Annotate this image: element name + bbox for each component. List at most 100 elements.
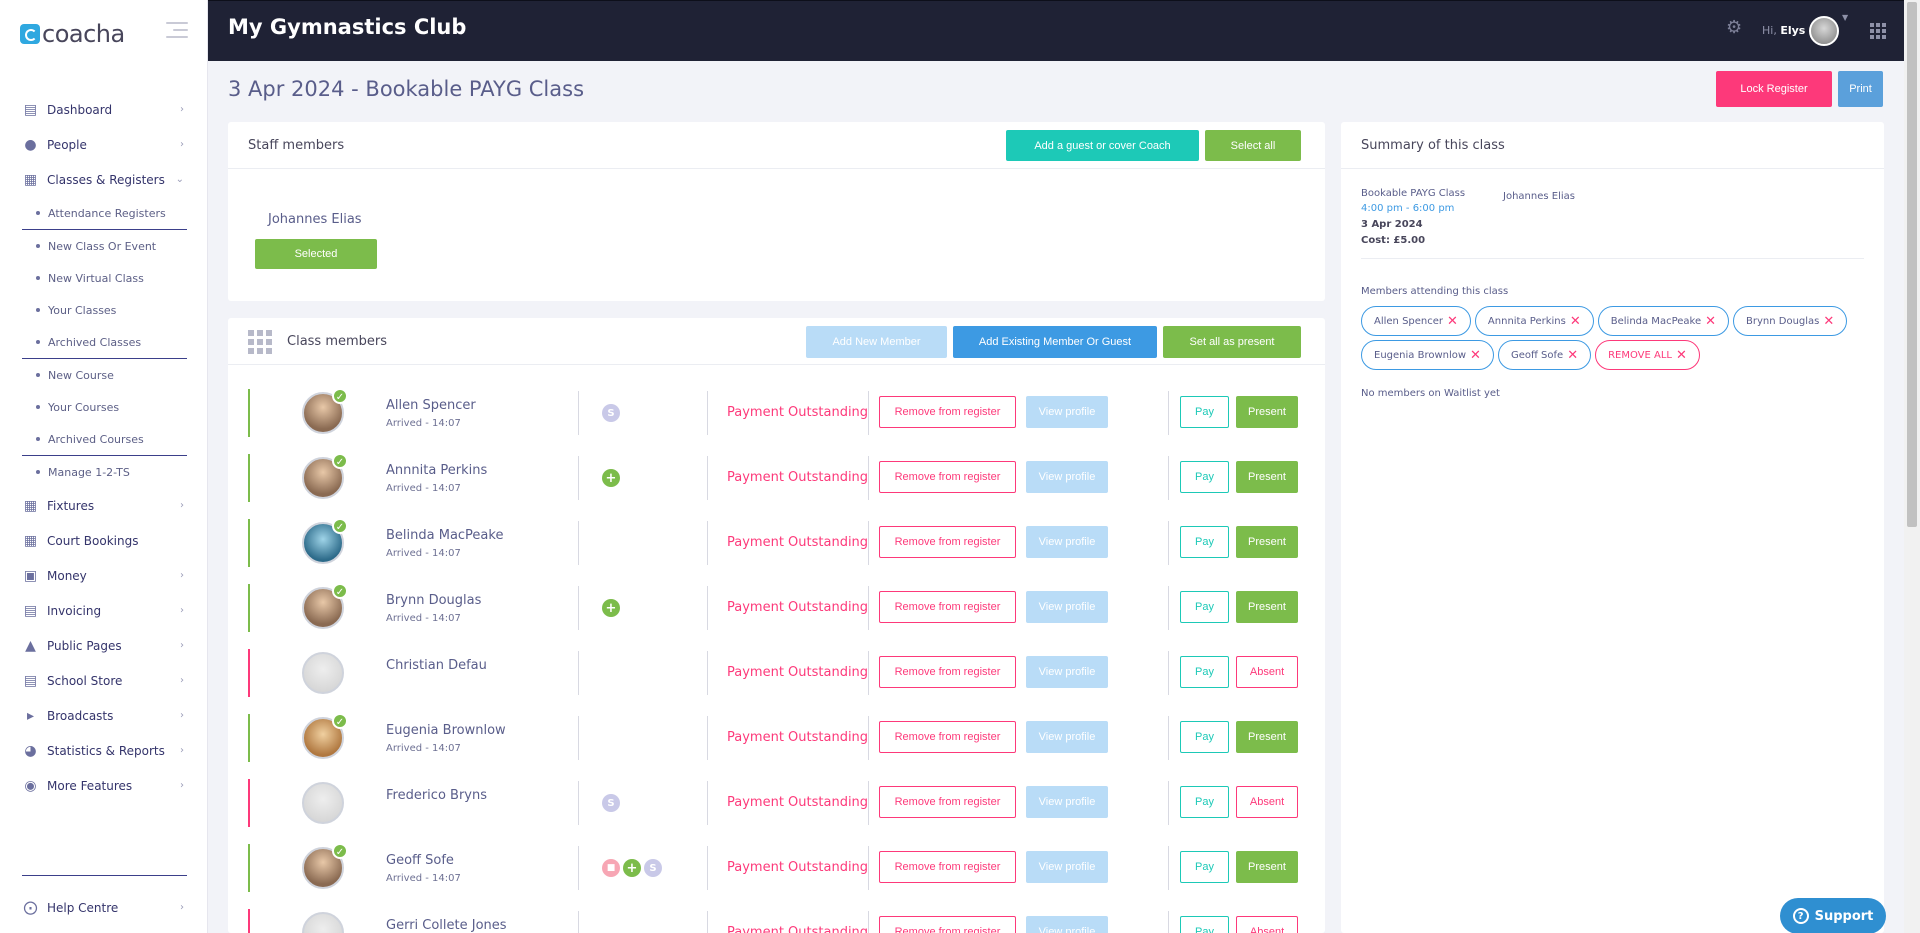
sidebar-item-people[interactable]: ● People › bbox=[0, 127, 208, 162]
member-name[interactable]: Frederico Bryns bbox=[386, 788, 487, 803]
sidebar-item-fixtures[interactable]: ▦ Fixtures › bbox=[0, 488, 208, 523]
member-name[interactable]: Geoff Sofe bbox=[386, 853, 454, 868]
present-button[interactable]: Present bbox=[1236, 396, 1298, 428]
close-icon[interactable]: ✕ bbox=[1447, 314, 1458, 329]
attendee-chip[interactable]: Brynn Douglas ✕ bbox=[1733, 306, 1848, 336]
view-profile-button[interactable]: View profile bbox=[1026, 786, 1108, 818]
member-name[interactable]: Allen Spencer bbox=[386, 398, 476, 413]
set-all-present-button[interactable]: Set all as present bbox=[1163, 326, 1301, 358]
sub-item-new-virtual-class[interactable]: New Virtual Class bbox=[0, 262, 208, 294]
pay-button[interactable]: Pay bbox=[1180, 721, 1229, 753]
sub-item-your-classes[interactable]: Your Classes bbox=[0, 294, 208, 326]
scrollbar-thumb[interactable] bbox=[1907, 2, 1917, 527]
menu-toggle-icon[interactable] bbox=[166, 22, 188, 43]
add-existing-member-button[interactable]: Add Existing Member Or Guest bbox=[953, 326, 1157, 358]
close-icon[interactable]: ✕ bbox=[1676, 348, 1687, 363]
add-new-member-button[interactable]: Add New Member bbox=[806, 326, 947, 358]
close-icon[interactable]: ✕ bbox=[1705, 314, 1716, 329]
absent-button[interactable]: Absent bbox=[1236, 916, 1298, 933]
present-button[interactable]: Present bbox=[1236, 461, 1298, 493]
close-icon[interactable]: ✕ bbox=[1470, 348, 1481, 363]
pay-button[interactable]: Pay bbox=[1180, 851, 1229, 883]
sub-item-manage-1-2-ts[interactable]: Manage 1-2-TS bbox=[0, 456, 208, 488]
remove-from-register-button[interactable]: Remove from register bbox=[879, 851, 1016, 883]
sidebar-item-money[interactable]: ▣ Money › bbox=[0, 558, 208, 593]
sidebar-item-classes-registers[interactable]: ▦ Classes & Registers ⌄ bbox=[0, 162, 208, 197]
view-profile-button[interactable]: View profile bbox=[1026, 851, 1108, 883]
absent-button[interactable]: Absent bbox=[1236, 786, 1298, 818]
attendee-chip[interactable]: Geoff Sofe ✕ bbox=[1497, 340, 1592, 370]
view-profile-button[interactable]: View profile bbox=[1026, 396, 1108, 428]
close-icon[interactable]: ✕ bbox=[1567, 348, 1578, 363]
remove-from-register-button[interactable]: Remove from register bbox=[879, 916, 1016, 933]
sub-item-archived-classes[interactable]: Archived Classes bbox=[0, 326, 208, 358]
sub-item-your-courses[interactable]: Your Courses bbox=[0, 391, 208, 423]
present-button[interactable]: Present bbox=[1236, 591, 1298, 623]
sidebar-item-broadcasts[interactable]: ▸ Broadcasts › bbox=[0, 698, 208, 733]
pay-button[interactable]: Pay bbox=[1180, 786, 1229, 818]
avatar[interactable] bbox=[1809, 16, 1839, 46]
sub-item-archived-courses[interactable]: Archived Courses bbox=[0, 423, 208, 455]
remove-from-register-button[interactable]: Remove from register bbox=[879, 461, 1016, 493]
present-button[interactable]: Present bbox=[1236, 721, 1298, 753]
sidebar-item-statistics-reports[interactable]: ◕ Statistics & Reports › bbox=[0, 733, 208, 768]
view-profile-button[interactable]: View profile bbox=[1026, 591, 1108, 623]
member-name[interactable]: Eugenia Brownlow bbox=[386, 723, 506, 738]
pay-button[interactable]: Pay bbox=[1180, 461, 1229, 493]
member-name[interactable]: Belinda MacPeake bbox=[386, 528, 503, 543]
remove-from-register-button[interactable]: Remove from register bbox=[879, 721, 1016, 753]
present-button[interactable]: Present bbox=[1236, 851, 1298, 883]
print-button[interactable]: Print bbox=[1838, 71, 1883, 107]
member-name[interactable]: Brynn Douglas bbox=[386, 593, 481, 608]
view-profile-button[interactable]: View profile bbox=[1026, 656, 1108, 688]
scrollbar[interactable] bbox=[1904, 0, 1920, 933]
sidebar-item-school-store[interactable]: ▤ School Store › bbox=[0, 663, 208, 698]
attendee-chip[interactable]: Eugenia Brownlow ✕ bbox=[1361, 340, 1494, 370]
add-guest-coach-button[interactable]: Add a guest or cover Coach bbox=[1006, 130, 1199, 161]
remove-from-register-button[interactable]: Remove from register bbox=[879, 396, 1016, 428]
pay-button[interactable]: Pay bbox=[1180, 591, 1229, 623]
pay-button[interactable]: Pay bbox=[1180, 396, 1229, 428]
sub-item-attendance-registers[interactable]: Attendance Registers bbox=[0, 197, 208, 229]
select-all-button[interactable]: Select all bbox=[1205, 130, 1301, 161]
absent-button[interactable]: Absent bbox=[1236, 656, 1298, 688]
user-greeting[interactable]: Hi, Elys bbox=[1762, 24, 1805, 37]
support-button[interactable]: ? Support bbox=[1780, 898, 1886, 933]
member-name[interactable]: Annnita Perkins bbox=[386, 463, 487, 478]
view-profile-button[interactable]: View profile bbox=[1026, 526, 1108, 558]
caret-down-icon[interactable]: ▼ bbox=[1842, 13, 1848, 22]
sidebar-item-invoicing[interactable]: ▤ Invoicing › bbox=[0, 593, 208, 628]
apps-grid-icon[interactable] bbox=[1870, 23, 1886, 39]
attendee-chip[interactable]: Allen Spencer ✕ bbox=[1361, 306, 1471, 336]
remove-from-register-button[interactable]: Remove from register bbox=[879, 656, 1016, 688]
pay-button[interactable]: Pay bbox=[1180, 526, 1229, 558]
member-name[interactable]: Gerri Collete Jones bbox=[386, 918, 507, 933]
remove-from-register-button[interactable]: Remove from register bbox=[879, 526, 1016, 558]
remove-all-chip[interactable]: REMOVE ALL ✕ bbox=[1595, 340, 1700, 370]
sidebar-item-public-pages[interactable]: ▲ Public Pages › bbox=[0, 628, 208, 663]
lock-register-button[interactable]: Lock Register bbox=[1716, 71, 1832, 107]
view-profile-button[interactable]: View profile bbox=[1026, 461, 1108, 493]
attendee-chip[interactable]: Belinda MacPeake ✕ bbox=[1597, 306, 1730, 336]
selected-button[interactable]: Selected bbox=[255, 239, 377, 269]
remove-from-register-button[interactable]: Remove from register bbox=[879, 591, 1016, 623]
pay-button[interactable]: Pay bbox=[1180, 656, 1229, 688]
sidebar-item-help-centre[interactable]: ⨀ Help Centre › bbox=[0, 890, 208, 925]
sidebar-item-dashboard[interactable]: ▤ Dashboard › bbox=[0, 92, 208, 127]
sub-item-new-course[interactable]: New Course bbox=[0, 359, 208, 391]
pay-button[interactable]: Pay bbox=[1180, 916, 1229, 933]
close-icon[interactable]: ✕ bbox=[1570, 314, 1581, 329]
sidebar-item-court-bookings[interactable]: ▦ Court Bookings bbox=[0, 523, 208, 558]
present-button[interactable]: Present bbox=[1236, 526, 1298, 558]
help-row[interactable]: ⨀ Help Centre › bbox=[0, 890, 208, 925]
remove-from-register-button[interactable]: Remove from register bbox=[879, 786, 1016, 818]
close-icon[interactable]: ✕ bbox=[1823, 314, 1834, 329]
attendee-chip[interactable]: Annnita Perkins ✕ bbox=[1474, 306, 1594, 336]
sidebar-item-more-features[interactable]: ◉ More Features › bbox=[0, 768, 208, 803]
view-profile-button[interactable]: View profile bbox=[1026, 916, 1108, 933]
view-profile-button[interactable]: View profile bbox=[1026, 721, 1108, 753]
gear-icon[interactable]: ⚙ bbox=[1726, 19, 1744, 37]
coacha-logo[interactable]: coacha bbox=[20, 20, 125, 48]
sub-item-new-class[interactable]: New Class Or Event bbox=[0, 230, 208, 262]
member-name[interactable]: Christian Defau bbox=[386, 658, 487, 673]
